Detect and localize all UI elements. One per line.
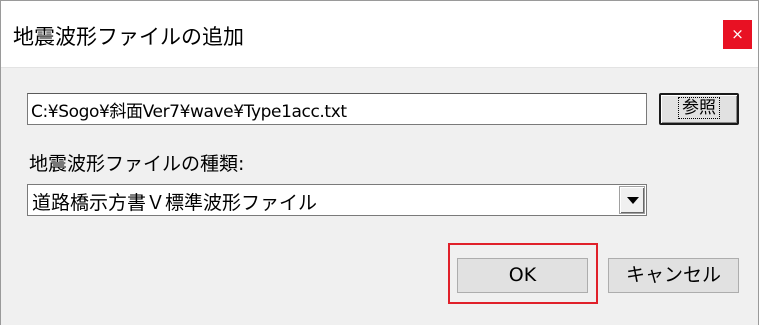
file-path-input[interactable] [27,93,647,125]
close-button[interactable]: × [723,20,752,49]
dialog-body: 参照 地震波形ファイルの種類: 道路橋示方書Ｖ標準波形ファイル OK キャンセル [1,67,758,325]
browse-button-label: 参照 [678,97,720,119]
close-icon: × [731,25,744,43]
title-bar: 地震波形ファイルの追加 × [1,1,758,67]
add-seismic-wave-file-dialog: 地震波形ファイルの追加 × 参照 地震波形ファイルの種類: 道路橋示方書Ｖ標準波… [0,0,759,325]
chevron-down-icon[interactable] [619,186,645,214]
dialog-title: 地震波形ファイルの追加 [13,25,244,49]
browse-button[interactable]: 参照 [659,93,739,125]
wave-type-select[interactable]: 道路橋示方書Ｖ標準波形ファイル [27,184,647,216]
wave-type-selected-value: 道路橋示方書Ｖ標準波形ファイル [32,192,318,214]
cancel-button[interactable]: キャンセル [608,258,739,293]
ok-button[interactable]: OK [457,258,588,293]
wave-type-label: 地震波形ファイルの種類: [29,153,245,175]
